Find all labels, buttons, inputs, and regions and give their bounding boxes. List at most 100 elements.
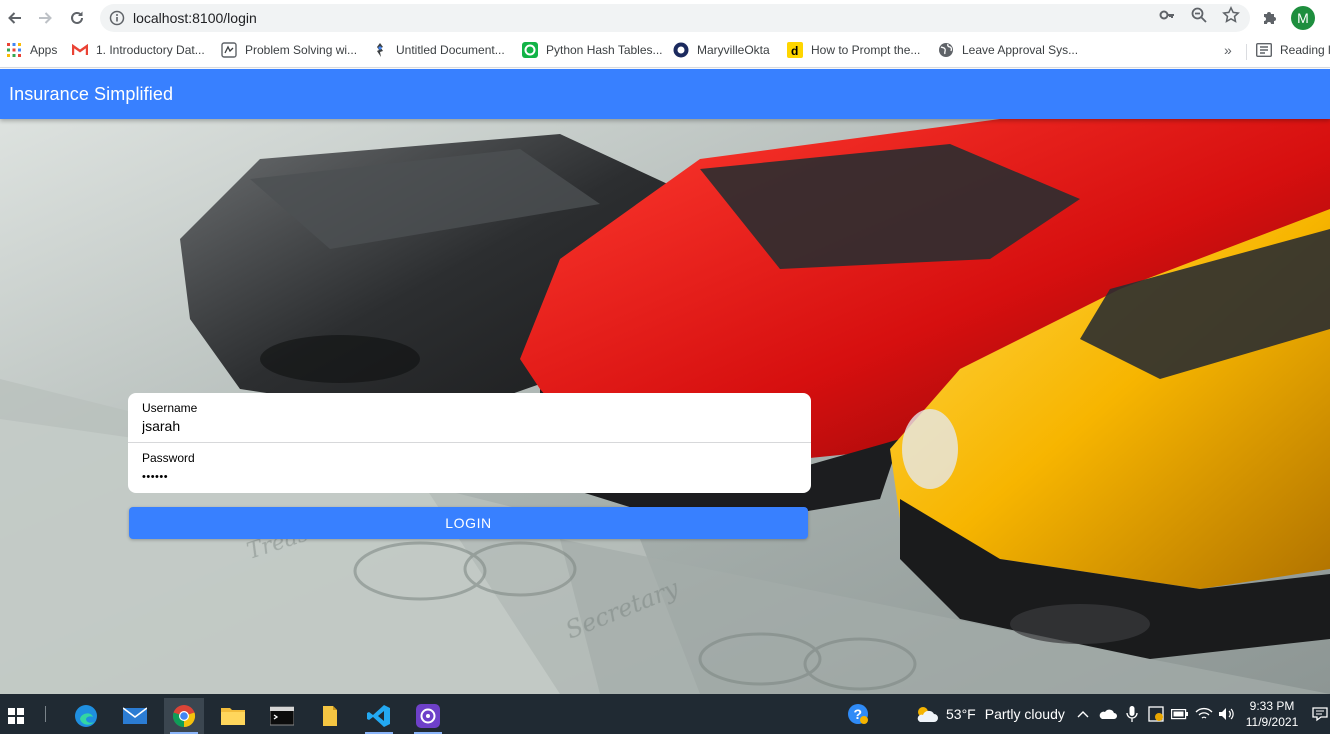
reload-icon (71, 11, 83, 24)
edge-icon (75, 705, 97, 727)
forward-arrow-icon (39, 12, 52, 24)
reading-list-button[interactable]: Reading l (1256, 36, 1330, 64)
login-card: Username Password •••••• (128, 393, 811, 493)
bookmark-python-hash[interactable]: Python Hash Tables... (522, 36, 663, 64)
book-icon (221, 42, 237, 58)
okta-icon (673, 42, 689, 58)
login-button[interactable]: LOGIN (129, 507, 808, 539)
extensions-puzzle-icon[interactable] (1260, 8, 1280, 28)
globe-icon (938, 42, 954, 58)
bookmark-maryville-okta[interactable]: MaryvilleOkta (673, 36, 770, 64)
zoom-icon[interactable] (1190, 6, 1208, 24)
more-bookmarks-button[interactable]: » (1224, 42, 1232, 58)
document-icon (372, 42, 388, 58)
wifi-tray-button[interactable] (1195, 706, 1213, 722)
bookmark-leave-approval[interactable]: Leave Approval Sys... (938, 36, 1078, 64)
browser-toolbar: localhost:8100/login M (0, 0, 1330, 36)
password-input[interactable]: •••••• (142, 471, 782, 483)
folder-icon (221, 708, 245, 725)
file-explorer-taskbar-button[interactable] (213, 698, 253, 734)
green-circle-icon (522, 42, 538, 58)
bookmark-label: Python Hash Tables... (546, 43, 663, 57)
site-info-icon[interactable] (109, 10, 125, 26)
weather-widget[interactable]: 53°F Partly cloudy (914, 704, 1065, 724)
profile-avatar[interactable]: M (1291, 6, 1315, 30)
bookmark-label: How to Prompt the... (811, 43, 921, 57)
back-button[interactable] (3, 6, 27, 30)
mail-taskbar-button[interactable] (115, 698, 155, 734)
bookmark-star-icon[interactable] (1222, 6, 1240, 24)
back-arrow-icon (8, 12, 21, 24)
bookmark-label: 1. Introductory Dat... (96, 43, 205, 57)
cloud-icon (1099, 709, 1117, 719)
password-key-icon[interactable] (1158, 6, 1176, 24)
reading-list-icon (1256, 42, 1272, 58)
terminal-icon (270, 706, 294, 726)
username-field[interactable]: Username (128, 393, 811, 443)
weather-description: Partly cloudy (984, 706, 1065, 722)
notes-icon (323, 706, 337, 726)
bookmark-apps[interactable]: Apps (6, 36, 57, 64)
clock-time: 9:33 PM (1249, 699, 1295, 713)
app-title: Insurance Simplified (9, 84, 174, 104)
chrome-icon (172, 705, 196, 728)
username-input[interactable] (142, 418, 782, 434)
vscode-icon (367, 705, 390, 727)
reading-list-label: Reading l (1280, 43, 1330, 57)
apps-grid-icon (6, 42, 22, 58)
password-field[interactable]: Password •••••• (128, 443, 811, 493)
notification-icon (1312, 707, 1328, 722)
wifi-icon (1195, 707, 1213, 719)
bookmark-label: MaryvilleOkta (697, 43, 770, 57)
help-question-icon: ? (848, 704, 868, 724)
battery-tray-button[interactable] (1171, 706, 1189, 722)
start-button[interactable] (0, 698, 32, 734)
chevron-up-icon (1077, 711, 1089, 718)
vscode-taskbar-button[interactable] (359, 698, 399, 734)
reload-button[interactable] (65, 6, 89, 30)
microphone-icon (1126, 706, 1138, 722)
app-header: Insurance Simplified (0, 69, 1330, 119)
bookmark-problem-solving[interactable]: Problem Solving wi... (221, 36, 357, 64)
forward-button[interactable] (33, 6, 57, 30)
bookmarks-bar: Apps 1. Introductory Dat... Problem Solv… (0, 36, 1330, 68)
svg-text:d: d (791, 44, 798, 58)
d-logo-icon: d (787, 42, 803, 58)
battery-icon (1171, 709, 1188, 720)
windows-taskbar: ? 53°F Partly cloudy 9:33 PM 11/9/2021 (0, 694, 1330, 734)
url-text[interactable]: localhost:8100/login (133, 10, 257, 26)
bookmark-introductory[interactable]: 1. Introductory Dat... (72, 36, 205, 64)
security-tray-button[interactable] (1147, 706, 1165, 722)
edge-taskbar-button[interactable] (66, 698, 106, 734)
password-label: Password (142, 451, 195, 465)
notes-taskbar-button[interactable] (310, 698, 350, 734)
gmail-icon (72, 42, 88, 58)
mail-icon (123, 707, 147, 724)
clock-date: 11/9/2021 (1245, 715, 1299, 729)
help-tray-button[interactable]: ? (846, 702, 870, 726)
speaker-icon (1219, 708, 1234, 720)
windows-logo-icon (8, 708, 24, 724)
bookmark-untitled-document[interactable]: Untitled Document... (372, 36, 505, 64)
bookmark-label: Apps (30, 43, 58, 57)
bookmark-label: Problem Solving wi... (245, 43, 358, 57)
weather-temperature: 53°F (946, 706, 976, 722)
address-bar[interactable]: localhost:8100/login (100, 4, 1250, 32)
taskbar-divider (45, 706, 46, 722)
bookmark-divider (1246, 44, 1247, 60)
github-desktop-taskbar-button[interactable] (408, 698, 448, 734)
partly-cloudy-icon (917, 707, 938, 722)
bookmark-label: Untitled Document... (396, 43, 505, 57)
bookmark-label: Leave Approval Sys... (962, 43, 1079, 57)
onedrive-tray-button[interactable] (1099, 706, 1117, 722)
chrome-taskbar-button[interactable] (164, 698, 204, 734)
volume-tray-button[interactable] (1218, 706, 1236, 722)
notifications-button[interactable] (1310, 706, 1330, 722)
bookmark-how-to-prompt[interactable]: d How to Prompt the... (787, 36, 920, 64)
username-label: Username (142, 401, 198, 415)
show-hidden-icons-button[interactable] (1074, 706, 1092, 722)
github-icon (416, 704, 440, 728)
system-clock[interactable]: 9:33 PM 11/9/2021 (1244, 698, 1300, 730)
microphone-tray-button[interactable] (1123, 706, 1141, 722)
terminal-taskbar-button[interactable] (262, 698, 302, 734)
